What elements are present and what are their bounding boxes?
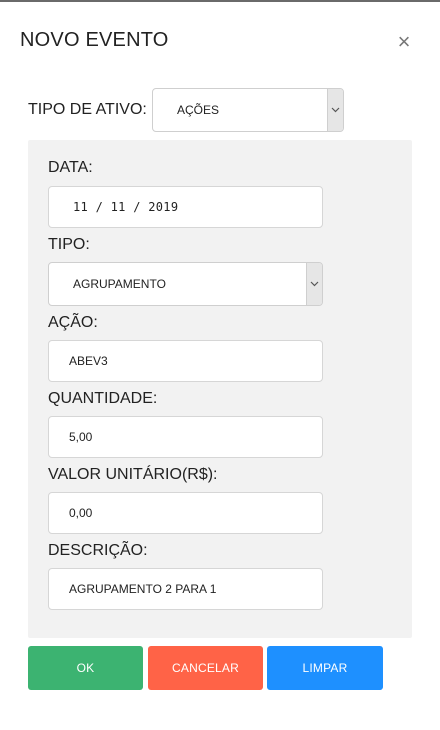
unit-value-label: VALOR UNITÁRIO(R$): bbox=[48, 466, 218, 483]
chevron-down-icon bbox=[331, 107, 340, 113]
type-select[interactable]: AGRUPAMENTO bbox=[48, 262, 323, 306]
modal-title: NOVO EVENTO bbox=[20, 29, 169, 51]
asset-type-dropdown-arrow[interactable] bbox=[327, 89, 343, 131]
description-value: AGRUPAMENTO 2 PARA 1 bbox=[69, 582, 217, 596]
clear-button[interactable]: LIMPAR bbox=[267, 646, 383, 690]
description-input[interactable]: AGRUPAMENTO 2 PARA 1 bbox=[48, 568, 323, 610]
quantity-label: QUANTIDADE: bbox=[48, 390, 158, 407]
type-selected: AGRUPAMENTO bbox=[73, 277, 166, 291]
event-form-panel: DATA: 11 / 11 / 2019 TIPO: AGRUPAMENTO A… bbox=[28, 140, 412, 638]
date-input[interactable]: 11 / 11 / 2019 bbox=[48, 186, 323, 228]
chevron-down-icon bbox=[310, 281, 319, 287]
action-value: ABEV3 bbox=[69, 354, 108, 368]
action-label: AÇÃO: bbox=[48, 314, 98, 331]
date-label: DATA: bbox=[48, 159, 93, 176]
quantity-input[interactable]: 5,00 bbox=[48, 416, 323, 458]
close-icon[interactable]: × bbox=[394, 31, 414, 53]
type-label: TIPO: bbox=[48, 236, 90, 253]
new-event-modal: NOVO EVENTO × TIPO DE ATIVO: AÇÕES DATA:… bbox=[0, 0, 440, 730]
date-value: 11 / 11 / 2019 bbox=[73, 200, 179, 214]
ok-button[interactable]: OK bbox=[28, 646, 143, 690]
action-input[interactable]: ABEV3 bbox=[48, 340, 323, 382]
description-label: DESCRIÇÃO: bbox=[48, 542, 148, 559]
unit-value-value: 0,00 bbox=[69, 506, 93, 520]
unit-value-input[interactable]: 0,00 bbox=[48, 492, 323, 534]
cancel-button[interactable]: CANCELAR bbox=[148, 646, 263, 690]
asset-type-label: TIPO DE ATIVO: bbox=[28, 101, 147, 118]
quantity-value: 5,00 bbox=[69, 430, 93, 444]
type-dropdown-arrow[interactable] bbox=[306, 263, 322, 305]
asset-type-select[interactable]: AÇÕES bbox=[152, 88, 344, 132]
asset-type-selected: AÇÕES bbox=[177, 103, 220, 117]
